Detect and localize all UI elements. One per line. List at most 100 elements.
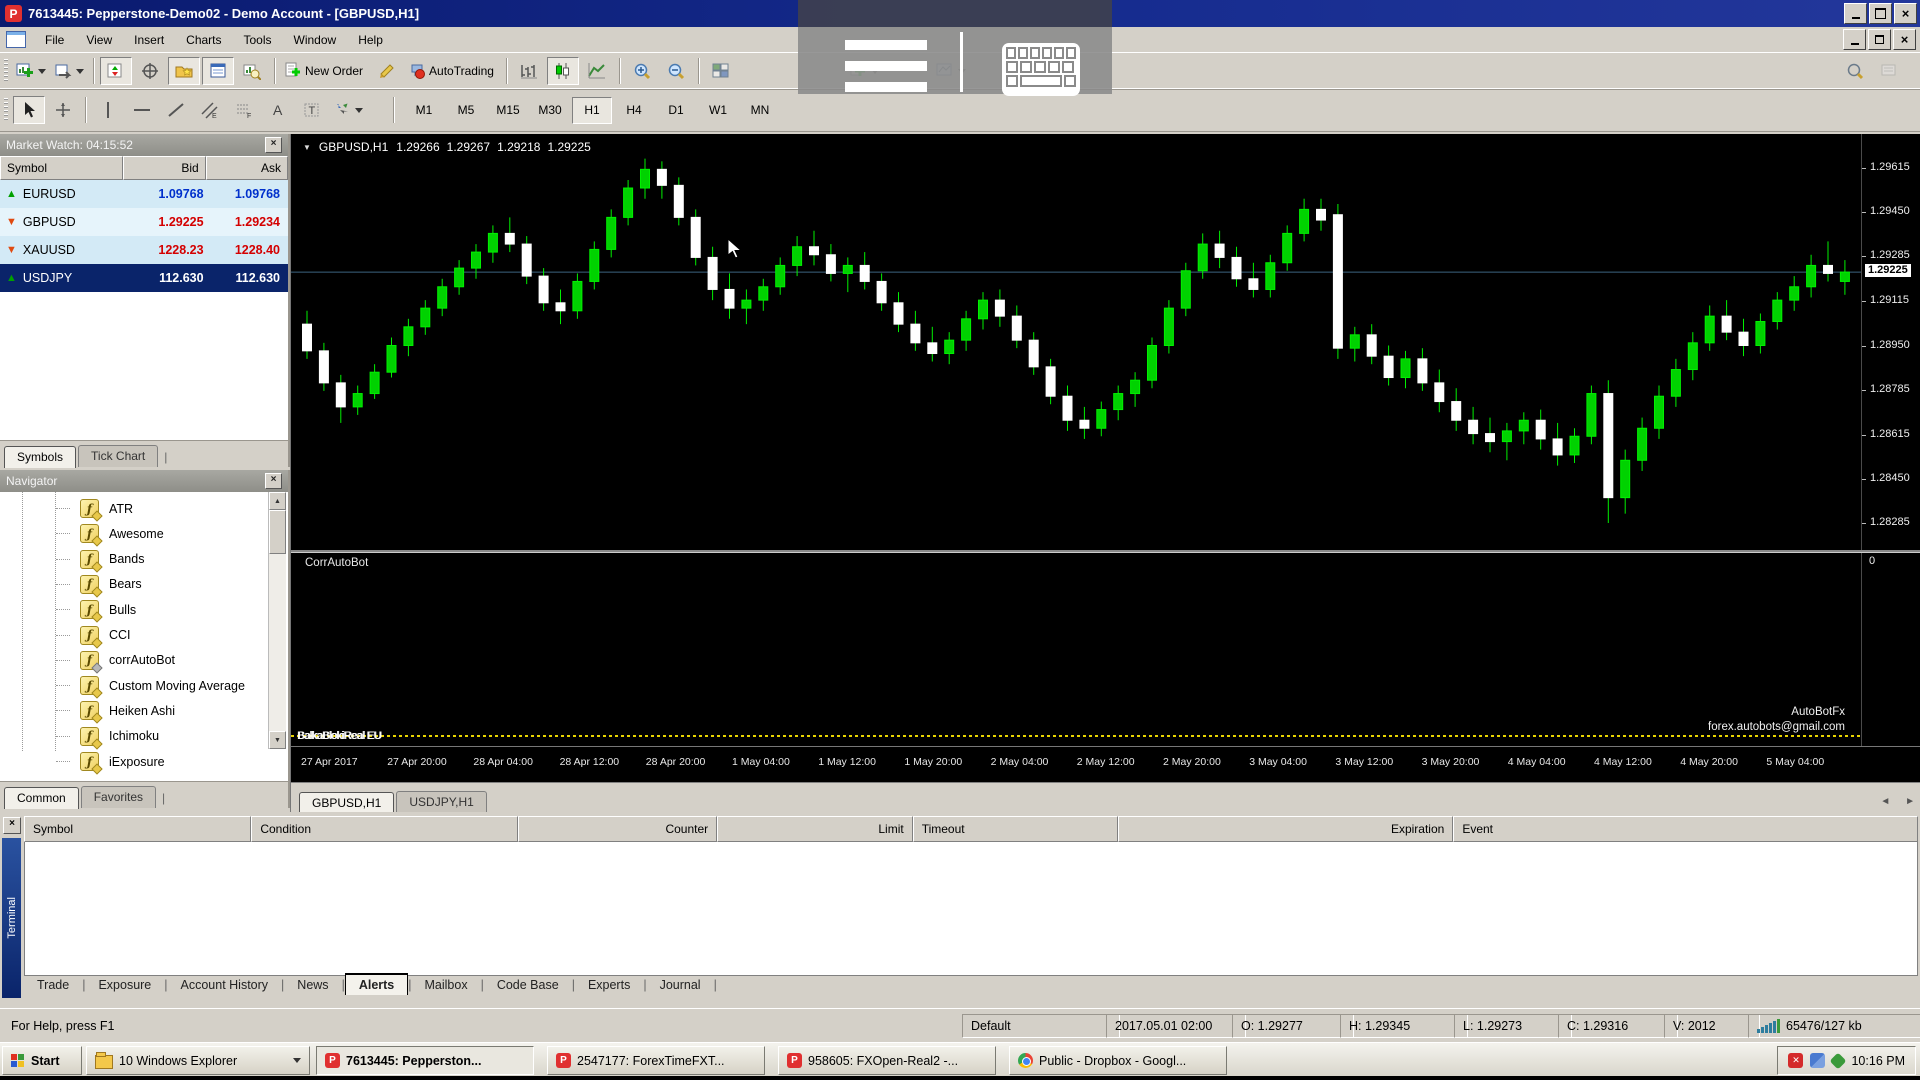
navigator-item-heiken-ashi[interactable]: ƒHeiken Ashi <box>56 698 175 723</box>
status-profile[interactable]: Default <box>962 1014 1120 1038</box>
minimize-button[interactable] <box>1844 3 1867 24</box>
network-icon[interactable] <box>1810 1053 1825 1068</box>
alerts-table-body[interactable] <box>24 842 1918 976</box>
time-axis[interactable]: 27 Apr 201727 Apr 20:0028 Apr 04:0028 Ap… <box>291 746 1920 783</box>
tab-tick-chart[interactable]: Tick Chart <box>78 445 158 467</box>
terminal-tab-trade[interactable]: Trade <box>24 975 82 995</box>
search-button[interactable] <box>1839 57 1871 85</box>
taskbar-task-2[interactable]: P2547177: ForexTimeFXT... <box>547 1046 765 1075</box>
terminal-close-icon[interactable]: × <box>3 817 21 834</box>
indicator-pane[interactable]: CorrAutoBot AutoBotFx forex.autobots@gma… <box>291 553 1861 744</box>
terminal-tab-news[interactable]: News <box>284 975 341 995</box>
market-watch-titlebar[interactable]: Market Watch: 04:15:52 × <box>0 134 288 156</box>
navigator-close-icon[interactable]: × <box>265 473 282 489</box>
timeframe-m5[interactable]: M5 <box>446 97 486 124</box>
timeframe-w1[interactable]: W1 <box>698 97 738 124</box>
column-header-bid[interactable]: Bid <box>123 156 205 180</box>
terminal-column-limit[interactable]: Limit <box>717 816 913 842</box>
clock[interactable]: 10:16 PM <box>1851 1054 1905 1068</box>
data-window-button[interactable] <box>134 57 166 85</box>
navigator-item-atr[interactable]: ƒATR <box>56 496 133 521</box>
chart-tab-usdjpy-h1[interactable]: USDJPY,H1 <box>396 791 486 813</box>
horizontal-line-tool[interactable] <box>126 96 158 124</box>
scroll-up-icon[interactable]: ▲ <box>269 492 286 510</box>
timeframe-m30[interactable]: M30 <box>530 97 570 124</box>
crosshair-tool[interactable] <box>47 96 79 124</box>
market-watch-row-eurusd[interactable]: ▲EURUSD1.097681.09768 <box>0 180 288 208</box>
bar-chart-button[interactable] <box>513 57 545 85</box>
profiles-dropdown[interactable] <box>76 69 84 74</box>
navigator-item-iexposure[interactable]: ƒiExposure <box>56 749 165 774</box>
column-header-ask[interactable]: Ask <box>206 156 288 180</box>
profiles-button[interactable] <box>51 57 87 85</box>
menu-insert[interactable]: Insert <box>123 30 175 50</box>
new-chart-dropdown[interactable] <box>38 69 46 74</box>
trendline-tool[interactable] <box>160 96 192 124</box>
terminal-tab-mailbox[interactable]: Mailbox <box>412 975 481 995</box>
navigator-item-bears[interactable]: ƒBears <box>56 572 142 597</box>
timeframe-m15[interactable]: M15 <box>488 97 528 124</box>
tab-favorites[interactable]: Favorites <box>81 786 156 808</box>
terminal-tab-code-base[interactable]: Code Base <box>484 975 572 995</box>
mdi-restore-button[interactable] <box>1868 29 1891 50</box>
menu-charts[interactable]: Charts <box>175 30 232 50</box>
terminal-column-event[interactable]: Event <box>1453 816 1918 842</box>
fibonacci-tool[interactable]: F <box>228 96 260 124</box>
market-watch-row-gbpusd[interactable]: ▼GBPUSD1.292251.29234 <box>0 208 288 236</box>
start-button[interactable]: Start <box>2 1046 82 1075</box>
taskbar-explorer-group[interactable]: 10 Windows Explorer <box>86 1046 310 1075</box>
terminal-column-timeout[interactable]: Timeout <box>913 816 1118 842</box>
terminal-column-condition[interactable]: Condition <box>251 816 518 842</box>
new-order-button[interactable]: New Order <box>281 57 369 85</box>
navigator-toggle[interactable] <box>168 57 200 85</box>
timeframe-h1[interactable]: H1 <box>572 97 612 124</box>
timeframe-mn[interactable]: MN <box>740 97 780 124</box>
text-tool[interactable]: A <box>262 96 294 124</box>
scrollbar-thumb[interactable] <box>269 510 286 554</box>
menu-help[interactable]: Help <box>347 30 394 50</box>
scroll-down-icon[interactable]: ▼ <box>269 731 286 749</box>
market-watch-close-icon[interactable]: × <box>265 137 282 153</box>
autotrading-button[interactable]: AutoTrading <box>405 57 500 85</box>
menu-file[interactable]: File <box>34 30 75 50</box>
update-icon[interactable] <box>1830 1052 1847 1069</box>
collapse-triangle-icon[interactable]: ▼ <box>303 143 311 152</box>
taskbar-task-1[interactable]: P7613445: Pepperston... <box>316 1046 534 1075</box>
timeframe-d1[interactable]: D1 <box>656 97 696 124</box>
terminal-column-expiration[interactable]: Expiration <box>1118 816 1454 842</box>
terminal-tab-alerts[interactable]: Alerts <box>345 973 408 995</box>
navigator-item-corrautobot[interactable]: ƒcorrAutoBot <box>56 648 175 673</box>
strategy-tester-button[interactable] <box>236 57 268 85</box>
price-axis[interactable]: 1.296151.294501.292851.291151.289501.287… <box>1861 134 1920 746</box>
candlestick-plot[interactable] <box>291 134 1861 550</box>
navigator-scrollbar[interactable]: ▲ ▼ <box>268 492 286 749</box>
column-header-symbol[interactable]: Symbol <box>0 156 123 180</box>
new-chart-button[interactable] <box>13 57 49 85</box>
vertical-line-tool[interactable] <box>92 96 124 124</box>
navigator-item-ichimoku[interactable]: ƒIchimoku <box>56 724 159 749</box>
chart-window[interactable]: ▼ GBPUSD,H1 1.29266 1.29267 1.29218 1.29… <box>290 134 1920 812</box>
market-watch-toggle[interactable] <box>100 57 132 85</box>
cursor-tool[interactable] <box>13 96 45 124</box>
menu-view[interactable]: View <box>75 30 123 50</box>
mdi-minimize-button[interactable] <box>1843 29 1866 50</box>
terminal-tab-exposure[interactable]: Exposure <box>85 975 164 995</box>
tab-common[interactable]: Common <box>4 787 79 809</box>
tab-scroll-arrows[interactable]: ◄ ► <box>1880 796 1920 807</box>
timeframe-h4[interactable]: H4 <box>614 97 654 124</box>
terminal-tab-journal[interactable]: Journal <box>647 975 714 995</box>
metaeditor-button[interactable] <box>371 57 403 85</box>
zoom-out-button[interactable] <box>660 57 692 85</box>
navigator-item-bands[interactable]: ƒBands <box>56 547 144 572</box>
chart-tab-gbpusd-h1[interactable]: GBPUSD,H1 <box>299 792 394 814</box>
taskbar-task-4[interactable]: Public - Dropbox - Googl... <box>1009 1046 1227 1075</box>
maximize-button[interactable] <box>1869 3 1892 24</box>
navigator-item-custom-moving-average[interactable]: ƒCustom Moving Average <box>56 673 245 698</box>
close-button[interactable]: × <box>1894 3 1917 24</box>
terminal-tab-account-history[interactable]: Account History <box>168 975 282 995</box>
text-label-tool[interactable]: T <box>296 96 328 124</box>
menu-tools[interactable]: Tools <box>233 30 283 50</box>
terminal-side-strip[interactable]: Terminal <box>2 838 21 998</box>
taskbar-task-3[interactable]: P958605: FXOpen-Real2 -... <box>778 1046 996 1075</box>
terminal-tab-experts[interactable]: Experts <box>575 975 643 995</box>
